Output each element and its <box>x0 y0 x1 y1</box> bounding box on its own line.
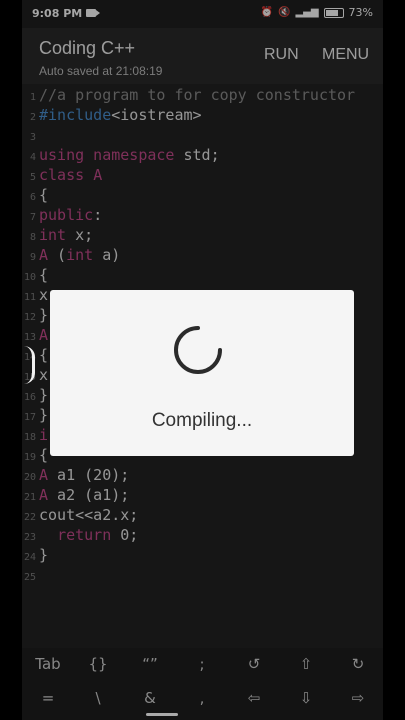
compiling-dialog: Compiling... <box>50 290 354 456</box>
loading-spinner-icon <box>174 326 222 374</box>
compiling-message: Compiling... <box>151 410 253 431</box>
gesture-nav-bar[interactable] <box>146 713 178 716</box>
side-panel-handle[interactable] <box>24 346 35 384</box>
